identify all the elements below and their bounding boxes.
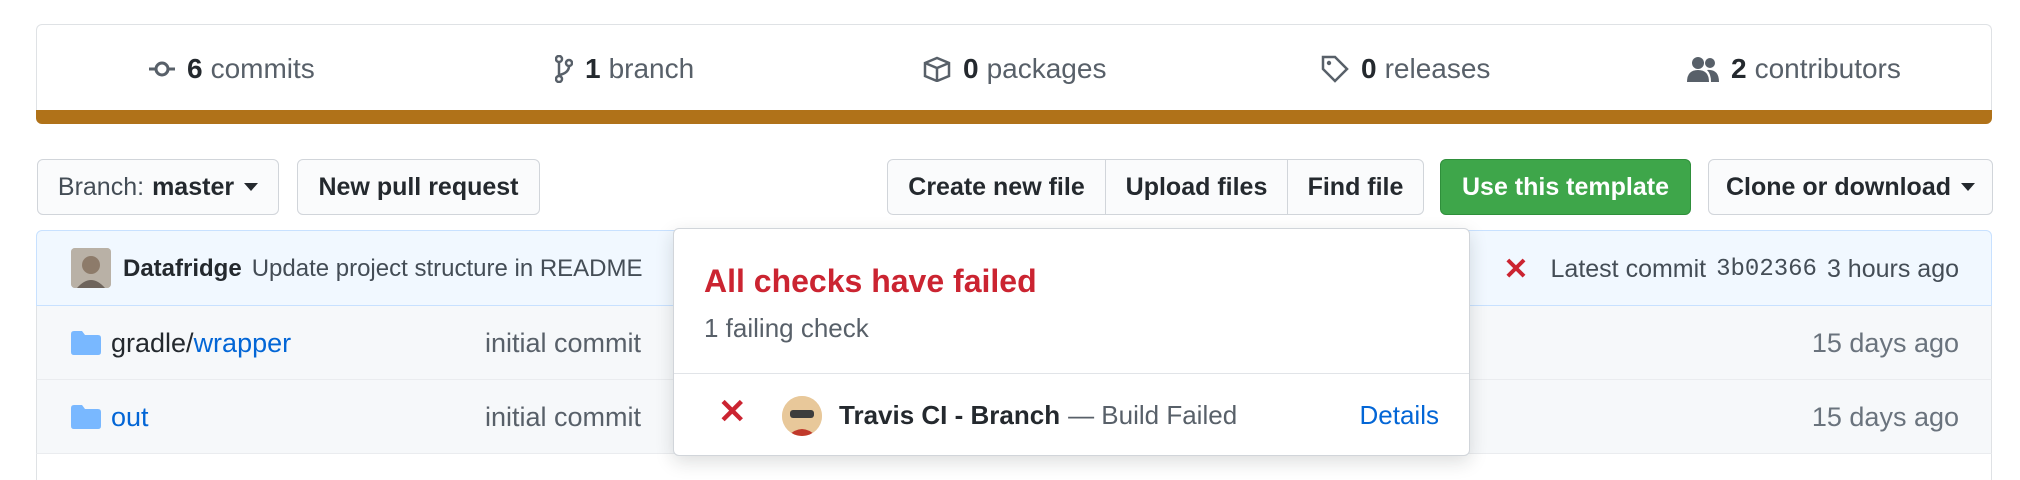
- create-new-file-button[interactable]: Create new file: [887, 159, 1106, 215]
- packages-link[interactable]: 0 packages: [923, 25, 1106, 113]
- contributors-count: 2: [1731, 53, 1747, 84]
- branch-select-button[interactable]: Branch: master: [37, 159, 279, 215]
- contributors-label: contributors: [1754, 53, 1901, 84]
- check-row: ✕ Travis CI - Branch — Build Failed Deta…: [674, 374, 1469, 457]
- repo-summary-bar: 6 commits 1 branch 0 packages 0 releases…: [36, 24, 1992, 112]
- commits-link[interactable]: 6 commits: [149, 25, 315, 113]
- file-age: 15 days ago: [1811, 401, 1959, 432]
- checks-popover: All checks have failed 1 failing check ✕…: [673, 228, 1470, 456]
- x-icon: ✕: [718, 393, 747, 431]
- check-name: Travis CI - Branch: [839, 400, 1061, 430]
- folder-icon: [71, 331, 101, 355]
- details-link[interactable]: Details: [1360, 374, 1439, 457]
- file-name[interactable]: out: [111, 380, 149, 454]
- contributors-link[interactable]: 2 contributors: [1687, 25, 1901, 113]
- commits-count: 6: [187, 53, 203, 84]
- branches-label: branch: [608, 53, 695, 84]
- avatar[interactable]: [71, 248, 111, 288]
- file-commit-message[interactable]: initial commit: [485, 306, 641, 380]
- file-name-prefix: gradle/: [111, 327, 194, 358]
- popover-title: All checks have failed: [704, 263, 1037, 299]
- chevron-down-icon: [1961, 183, 1975, 191]
- releases-link[interactable]: 0 releases: [1321, 25, 1490, 113]
- file-name-link[interactable]: out: [111, 402, 149, 433]
- commit-message[interactable]: Update project structure in README: [252, 255, 643, 283]
- check-text: Travis CI - Branch — Build Failed: [839, 374, 1237, 457]
- table-row: [36, 454, 1992, 480]
- latest-commit-label: Latest commit: [1550, 254, 1707, 283]
- branch-name: master: [152, 172, 235, 201]
- file-name[interactable]: gradle/wrapper: [111, 306, 291, 380]
- commits-label: commits: [210, 53, 315, 84]
- branch-icon: [555, 55, 573, 83]
- x-icon[interactable]: ✕: [1503, 252, 1528, 287]
- commit-author[interactable]: Datafridge: [123, 255, 242, 283]
- new-pull-request-button[interactable]: New pull request: [297, 159, 540, 215]
- check-status: — Build Failed: [1068, 400, 1238, 430]
- package-icon: [923, 56, 951, 82]
- releases-label: releases: [1384, 53, 1491, 84]
- travis-avatar: [782, 396, 822, 436]
- clone-download-label: Clone or download: [1726, 172, 1951, 201]
- commit-meta: ✕ Latest commit 3b02366 3 hours ago: [1503, 231, 1959, 307]
- releases-count: 0: [1361, 53, 1377, 84]
- file-age: 15 days ago: [1811, 327, 1959, 358]
- upload-files-button[interactable]: Upload files: [1106, 159, 1288, 215]
- file-name-link[interactable]: wrapper: [194, 328, 292, 359]
- find-file-button[interactable]: Find file: [1288, 159, 1424, 215]
- popover-subtitle: 1 failing check: [704, 313, 869, 343]
- tag-icon: [1321, 55, 1349, 83]
- folder-icon: [71, 405, 101, 429]
- branch-prefix: Branch:: [57, 172, 145, 201]
- popover-header: All checks have failed 1 failing check: [674, 229, 1469, 374]
- branches-link[interactable]: 1 branch: [555, 25, 694, 113]
- people-icon: [1687, 57, 1719, 82]
- chevron-down-icon: [244, 183, 259, 191]
- branches-count: 1: [585, 53, 601, 84]
- language-bar[interactable]: [36, 110, 1992, 124]
- commit-sha[interactable]: 3b02366: [1716, 256, 1817, 283]
- packages-count: 0: [963, 53, 979, 84]
- commit-icon: [149, 61, 175, 77]
- commit-age: 3 hours ago: [1826, 254, 1959, 283]
- use-template-button[interactable]: Use this template: [1440, 159, 1691, 215]
- commit-author-line: Datafridge Update project structure in R…: [123, 231, 643, 307]
- clone-download-button[interactable]: Clone or download: [1708, 159, 1993, 215]
- file-commit-message[interactable]: initial commit: [485, 380, 641, 454]
- packages-label: packages: [986, 53, 1107, 84]
